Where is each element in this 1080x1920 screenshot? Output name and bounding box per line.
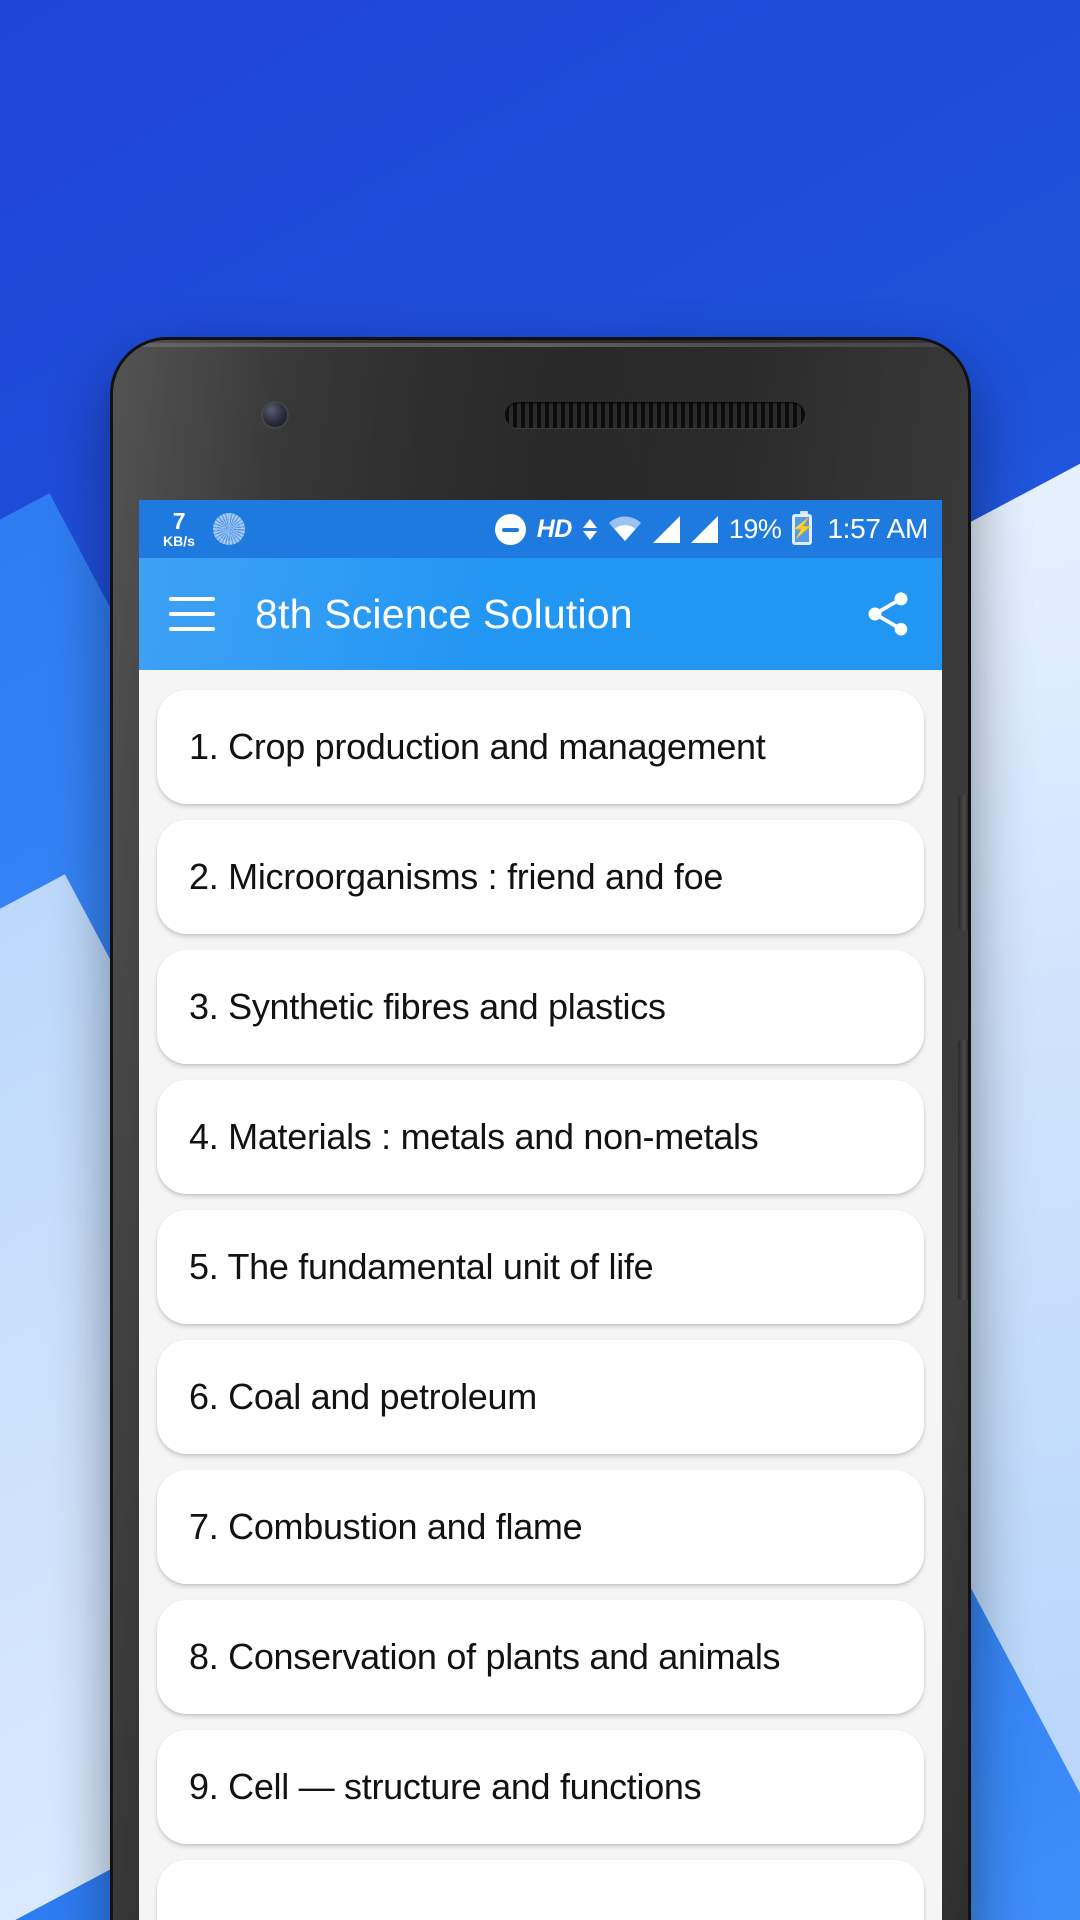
chapter-list-item-6[interactable]: 6. Coal and petroleum [157,1340,924,1454]
chapter-list-item-1[interactable]: 1. Crop production and management [157,690,924,804]
share-icon[interactable] [860,586,916,642]
hamburger-menu-icon[interactable] [169,597,215,631]
chapter-label: 3. Synthetic fibres and plastics [189,986,666,1027]
status-bar-right: HD 19% ⚡ 1:57 AM [494,510,928,545]
volume-button[interactable] [958,795,968,930]
chapter-list-item-4[interactable]: 4. Materials : metals and non-metals [157,1080,924,1194]
signal-bars-icon-1 [652,515,680,543]
chapter-list[interactable]: 1. Crop production and management 2. Mic… [139,670,942,1920]
chapter-label: 2. Microorganisms : friend and foe [189,856,724,897]
chapter-list-item-7[interactable]: 7. Combustion and flame [157,1470,924,1584]
chapter-label: 6. Coal and petroleum [189,1376,537,1417]
battery-percent-label: 19% [728,513,782,544]
chapter-label: 8. Conservation of plants and animals [189,1636,781,1677]
battery-bolt-glyph: ⚡ [790,518,815,540]
chapter-list-item-5[interactable]: 5. The fundamental unit of life [157,1210,924,1324]
app-bar: 8th Science Solution [139,558,942,670]
page-title: 8th Science Solution [255,590,633,637]
phone-screen: 7 KB/s HD 19% ⚡ 1:57 AM 8th Science Solu… [139,500,942,1920]
power-button[interactable] [958,1040,968,1300]
chapter-list-item-3[interactable]: 3. Synthetic fibres and plastics [157,950,924,1064]
chapter-label: 1. Crop production and management [189,726,766,767]
chapter-label: 4. Materials : metals and non-metals [189,1116,759,1157]
wifi-icon [608,516,642,542]
data-up-down-icon [582,518,597,540]
hd-label: HD [536,514,573,543]
network-speed-value: 7 [172,508,186,534]
network-speed-unit: KB/s [163,533,195,549]
signal-bars-icon-2 [690,515,718,543]
do-not-disturb-icon [494,513,526,545]
chapter-label: 5. The fundamental unit of life [189,1246,654,1287]
network-speed-indicator: 7 KB/s [163,508,195,549]
status-bar: 7 KB/s HD 19% ⚡ 1:57 AM [139,500,942,558]
chapter-list-item-2[interactable]: 2. Microorganisms : friend and foe [157,820,924,934]
chapter-label: 9. Cell — structure and functions [189,1766,702,1807]
status-bar-left: 7 KB/s [163,510,245,548]
phone-mockup: 7 KB/s HD 19% ⚡ 1:57 AM 8th Science Solu… [113,340,968,1920]
chapter-list-item-10[interactable] [157,1860,924,1920]
bezel-top-rim [117,343,964,347]
sync-spinner-icon [212,513,245,545]
chapter-list-item-8[interactable]: 8. Conservation of plants and animals [157,1600,924,1714]
chapter-label: 7. Combustion and flame [189,1506,583,1547]
chapter-list-item-9[interactable]: 9. Cell — structure and functions [157,1730,924,1844]
status-bar-clock: 1:57 AM [827,513,928,544]
front-camera-icon [263,403,287,427]
battery-charging-icon: ⚡ [790,510,815,545]
earpiece-speaker [505,402,805,428]
